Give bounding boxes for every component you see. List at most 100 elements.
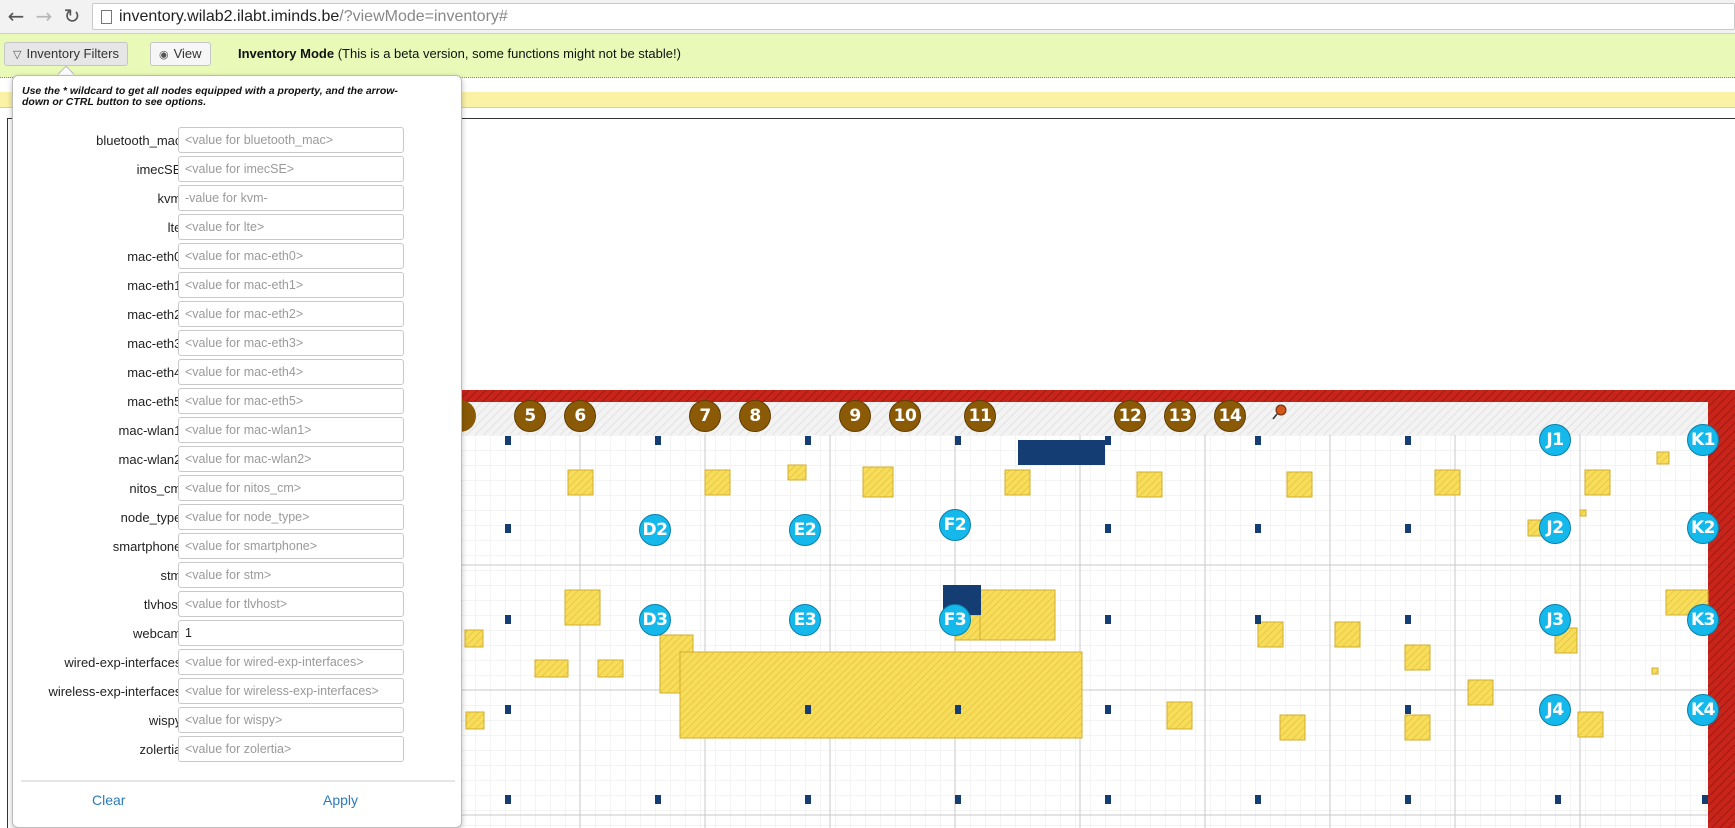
filter-input[interactable] <box>178 330 404 356</box>
filter-input[interactable] <box>178 156 404 182</box>
filter-input[interactable] <box>178 562 404 588</box>
address-bar[interactable]: inventory.wilab2.ilabt.iminds.be/?viewMo… <box>92 3 1735 30</box>
filter-input[interactable] <box>178 504 404 530</box>
filter-row: tlvhost: <box>13 591 463 617</box>
filter-input[interactable] <box>178 272 404 298</box>
filter-input[interactable] <box>178 359 404 385</box>
app-toolbar: ▽ Inventory Filters ◉ View Inventory Mode … <box>0 34 1735 78</box>
node-K3[interactable]: K3 <box>1687 604 1719 636</box>
node-11[interactable]: 11 <box>964 400 996 432</box>
filter-input[interactable] <box>178 185 404 211</box>
filter-label: nitos_cm: <box>129 481 185 496</box>
filter-row: mac-eth2: <box>13 301 463 327</box>
filter-input[interactable] <box>178 388 404 414</box>
node-F3[interactable]: F3 <box>939 604 971 636</box>
apply-button[interactable]: Apply <box>323 792 358 808</box>
eye-icon: ◉ <box>159 49 169 61</box>
page-icon <box>101 10 112 24</box>
filter-label: bluetooth_mac: <box>96 133 185 148</box>
node-13[interactable]: 13 <box>1164 400 1196 432</box>
node-D3[interactable]: D3 <box>639 604 671 636</box>
north-wall <box>460 390 1735 402</box>
filter-label: mac-eth1: <box>127 278 185 293</box>
forward-arrow-icon[interactable]: → <box>32 4 56 28</box>
mode-note: (This is a beta version, some functions … <box>337 46 681 61</box>
filter-input[interactable] <box>178 301 404 327</box>
filter-row: mac-wlan2: <box>13 446 463 472</box>
filter-row: webcam: <box>13 620 463 646</box>
node-J2[interactable]: J2 <box>1539 512 1571 544</box>
filter-label: mac-eth5: <box>127 394 185 409</box>
node-F2[interactable]: F2 <box>939 509 971 541</box>
filter-row: mac-eth1: <box>13 272 463 298</box>
filter-row: wispy: <box>13 707 463 733</box>
reload-icon[interactable]: ↻ <box>60 4 84 28</box>
node-E2[interactable]: E2 <box>789 514 821 546</box>
node-J3[interactable]: J3 <box>1539 604 1571 636</box>
inventory-filters-button[interactable]: ▽ Inventory Filters <box>4 42 128 66</box>
filter-label: wireless-exp-interfaces: <box>48 684 185 699</box>
filter-row: mac-eth5: <box>13 388 463 414</box>
filter-input[interactable] <box>178 678 404 704</box>
filter-row: mac-wlan1: <box>13 417 463 443</box>
filter-input[interactable] <box>178 649 404 675</box>
filter-row: bluetooth_mac: <box>13 127 463 153</box>
node-K4[interactable]: K4 <box>1687 694 1719 726</box>
node-6[interactable]: 6 <box>564 400 596 432</box>
filter-input[interactable] <box>178 446 404 472</box>
filter-row: kvm: <box>13 185 463 211</box>
filter-input[interactable] <box>178 417 404 443</box>
node-9[interactable]: 9 <box>839 400 871 432</box>
filter-label: mac-wlan2: <box>118 452 185 467</box>
filter-icon: ▽ <box>13 49 22 61</box>
filter-input[interactable] <box>178 533 404 559</box>
node-7[interactable]: 7 <box>689 400 721 432</box>
node-8[interactable]: 8 <box>739 400 771 432</box>
filter-row: mac-eth0: <box>13 243 463 269</box>
filter-row: stm: <box>13 562 463 588</box>
filter-row: mac-eth3: <box>13 330 463 356</box>
filter-input[interactable] <box>178 591 404 617</box>
clear-button[interactable]: Clear <box>92 792 125 808</box>
node-J1[interactable]: J1 <box>1539 424 1571 456</box>
filter-label: mac-eth0: <box>127 249 185 264</box>
filter-input[interactable] <box>178 707 404 733</box>
node-K2[interactable]: K2 <box>1687 512 1719 544</box>
url-host: inventory.wilab2.ilabt.iminds.be <box>119 8 340 25</box>
filter-row: wireless-exp-interfaces: <box>13 678 463 704</box>
filter-row: imecSE: <box>13 156 463 182</box>
panel-divider <box>21 780 455 782</box>
mode-banner: Inventory Mode (This is a beta version, … <box>238 46 681 61</box>
server-rack <box>1018 440 1105 465</box>
filter-input[interactable] <box>178 243 404 269</box>
node-J4[interactable]: J4 <box>1539 694 1571 726</box>
back-arrow-icon[interactable]: ← <box>4 4 28 28</box>
filter-input[interactable] <box>178 736 404 762</box>
filter-label: mac-eth4: <box>127 365 185 380</box>
node-E3[interactable]: E3 <box>789 604 821 636</box>
browser-chrome: ← → ↻ inventory.wilab2.ilabt.iminds.be/?… <box>0 0 1735 34</box>
node-12[interactable]: 12 <box>1114 400 1146 432</box>
filter-row: wired-exp-interfaces: <box>13 649 463 675</box>
filter-row: zolertia: <box>13 736 463 762</box>
node-K1[interactable]: K1 <box>1687 424 1719 456</box>
filter-label: mac-eth2: <box>127 307 185 322</box>
filter-input[interactable] <box>178 620 404 646</box>
filter-row: nitos_cm: <box>13 475 463 501</box>
view-button[interactable]: ◉ View <box>150 42 211 66</box>
filter-label: mac-wlan1: <box>118 423 185 438</box>
filter-input[interactable] <box>178 127 404 153</box>
inventory-filters-label: Inventory Filters <box>26 46 119 61</box>
filter-row: mac-eth4: <box>13 359 463 385</box>
filter-label: node_type: <box>120 510 185 525</box>
filter-input[interactable] <box>178 214 404 240</box>
node-5[interactable]: 5 <box>514 400 546 432</box>
filter-label: smartphone: <box>112 539 185 554</box>
filter-input[interactable] <box>178 475 404 501</box>
pin-icon[interactable] <box>1275 404 1287 416</box>
node-D2[interactable]: D2 <box>639 514 671 546</box>
node-14[interactable]: 14 <box>1214 400 1246 432</box>
node-10[interactable]: 10 <box>889 400 921 432</box>
view-label: View <box>173 46 202 61</box>
inventory-filter-panel: Use the * wildcard to get all nodes equi… <box>12 75 462 828</box>
